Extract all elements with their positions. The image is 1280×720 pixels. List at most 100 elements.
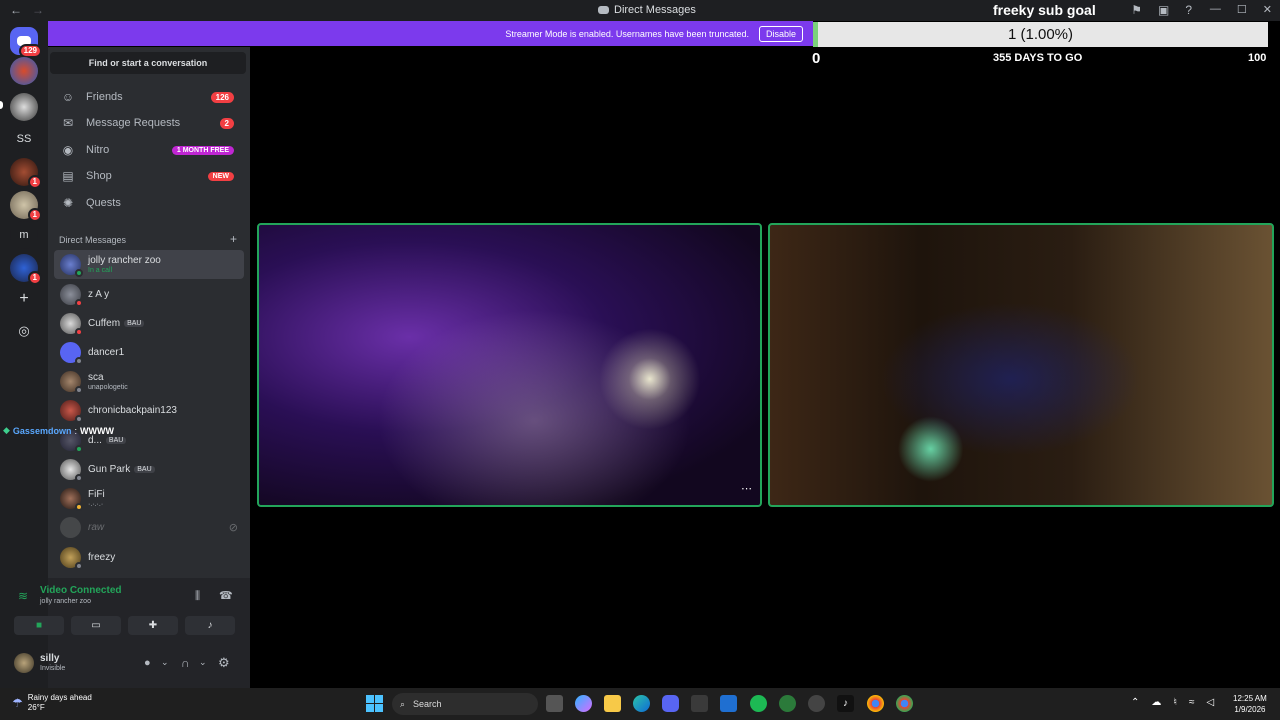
cloud-icon[interactable]: ☁ [1151, 697, 1161, 708]
shop-new-badge: NEW [207, 171, 234, 181]
nav-quests[interactable]: ✺ Quests [54, 191, 244, 215]
flag-icon[interactable]: ⚑ [1131, 3, 1142, 17]
server-avatar-4[interactable]: 1 [10, 191, 42, 222]
volume-icon[interactable]: ◁ [1206, 697, 1214, 708]
copilot-icon[interactable] [575, 695, 592, 712]
camera-button[interactable]: ■ [14, 616, 64, 635]
app-icon[interactable] [779, 695, 796, 712]
maximize-icon[interactable]: ☐ [1237, 3, 1247, 16]
create-dm-icon[interactable]: + [230, 232, 237, 246]
clock[interactable]: 12:25 AM 1/9/2026 [1233, 693, 1267, 715]
close-icon[interactable]: ✕ [1263, 3, 1272, 16]
chevron-down-icon[interactable]: ⌄ [161, 657, 169, 668]
goal-progress-bar: 1 (1.00%) [813, 22, 1268, 47]
noise-suppression-icon[interactable]: ⫼ [195, 590, 200, 603]
quests-icon: ✺ [62, 196, 74, 210]
nav-message-requests[interactable]: ✉ Message Requests 2 [54, 111, 244, 135]
nav-nitro[interactable]: ◉ Nitro 1 MONTH FREE [54, 138, 244, 162]
back-arrow-icon[interactable]: ← [10, 3, 22, 17]
obs-icon[interactable] [808, 695, 825, 712]
dm-item[interactable]: chronicbackpain123 [54, 396, 244, 425]
server-avatar-3[interactable]: 1 [10, 158, 42, 189]
video-tile-2[interactable] [768, 223, 1274, 507]
headphones-icon[interactable]: ∩ [181, 656, 190, 670]
chevron-up-icon[interactable]: ⌃ [1131, 697, 1139, 708]
find-conversation-button[interactable]: Find or start a conversation [50, 52, 246, 74]
task-view-icon[interactable] [546, 695, 563, 712]
status-dot [75, 328, 83, 336]
taskbar-search[interactable]: ⌕ Search [392, 693, 538, 715]
spotify-icon[interactable] [750, 695, 767, 712]
status-dot [75, 299, 83, 307]
server-avatar-2[interactable] [10, 93, 38, 121]
dm-item[interactable]: Gun Park BAU [54, 455, 244, 484]
inbox-icon[interactable]: ▣ [1158, 3, 1169, 17]
dm-item[interactable]: dancer1 [54, 338, 244, 367]
settings-gear-icon[interactable]: ⚙ [218, 655, 230, 671]
weather-temp: 26°F [27, 703, 45, 712]
dm-item[interactable]: z A y [54, 280, 244, 309]
camera-icon: ■ [35, 620, 43, 631]
chevron-down-icon[interactable]: ⌄ [199, 657, 207, 668]
nav-message-requests-label: Message Requests [86, 117, 181, 129]
dm-item[interactable]: raw ⊘ [54, 513, 244, 542]
forward-arrow-icon[interactable]: → [32, 3, 44, 17]
soundboard-icon: ♪ [207, 620, 213, 631]
video-tile-1[interactable]: ⋯ [257, 223, 762, 507]
status-dot [75, 474, 83, 482]
activities-button[interactable]: ✚ [128, 616, 178, 635]
microphone-icon[interactable]: ● [144, 657, 151, 669]
avatar [60, 284, 83, 307]
message-requests-badge: 2 [219, 117, 234, 129]
disable-streamer-mode-button[interactable]: Disable [758, 25, 803, 42]
weather-widget[interactable]: ☂ Rainy days ahead 26°F [12, 693, 92, 713]
windows-start-icon[interactable] [366, 695, 383, 712]
dm-item[interactable]: FiFi ·.·.·.· [54, 484, 244, 513]
chrome-icon[interactable] [867, 695, 884, 712]
user-avatar[interactable] [14, 653, 34, 673]
disconnect-icon[interactable]: ☎ [219, 589, 233, 602]
minimize-icon[interactable]: — [1210, 3, 1221, 16]
screen-share-button[interactable]: ▭ [71, 616, 121, 635]
video-feed-2 [770, 225, 1272, 505]
discord-logo-icon [598, 6, 609, 14]
microphone-icon[interactable]: ♮ [1173, 697, 1177, 708]
wifi-icon[interactable]: ≈ [1189, 697, 1195, 708]
dm-item[interactable]: jolly rancher zoo In a call [54, 250, 244, 279]
soundboard-button[interactable]: ♪ [185, 616, 235, 635]
edge-icon[interactable] [633, 695, 650, 712]
dm-tag: BAU [105, 437, 127, 444]
goal-max: 100 [1248, 52, 1267, 64]
dm-item[interactable]: Cuffem BAU [54, 309, 244, 338]
chrome-icon[interactable] [896, 695, 913, 712]
server-avatar-5[interactable]: 1 [10, 254, 42, 285]
more-options-icon[interactable]: ⋯ [741, 482, 752, 495]
status-dot [75, 357, 83, 365]
mail-icon[interactable] [720, 695, 737, 712]
server-m[interactable]: m [10, 221, 38, 249]
file-explorer-icon[interactable] [604, 695, 621, 712]
status-dot [75, 562, 83, 570]
nav-friends[interactable]: ☺ Friends 126 [54, 85, 244, 109]
avatar [60, 254, 83, 277]
voice-channel-name[interactable]: jolly rancher zoo [40, 598, 91, 605]
discover-icon[interactable]: ◎ [10, 317, 38, 345]
server-badge: 1 [27, 208, 42, 222]
server-ss[interactable]: SS [10, 125, 38, 153]
server-m-label: m [19, 229, 29, 241]
voice-connected-title[interactable]: Video Connected [40, 585, 122, 596]
dm-item[interactable]: freezy [54, 543, 244, 572]
nav-shop[interactable]: ▤ Shop NEW [54, 164, 244, 188]
server-ss-label: SS [16, 133, 32, 145]
store-icon[interactable] [691, 695, 708, 712]
dm-item[interactable]: sca unapologetic [54, 367, 244, 396]
user-name[interactable]: silly [40, 653, 59, 664]
help-icon[interactable]: ? [1185, 3, 1192, 17]
home-button[interactable]: 129 [10, 27, 42, 58]
server-avatar-1[interactable] [10, 57, 38, 85]
friends-icon: ☺ [61, 90, 75, 104]
add-server-icon[interactable]: + [10, 285, 38, 313]
tiktok-icon[interactable]: ♪ [837, 695, 854, 712]
discord-taskbar-icon[interactable] [662, 695, 679, 712]
clock-date: 1/9/2026 [1234, 705, 1266, 714]
